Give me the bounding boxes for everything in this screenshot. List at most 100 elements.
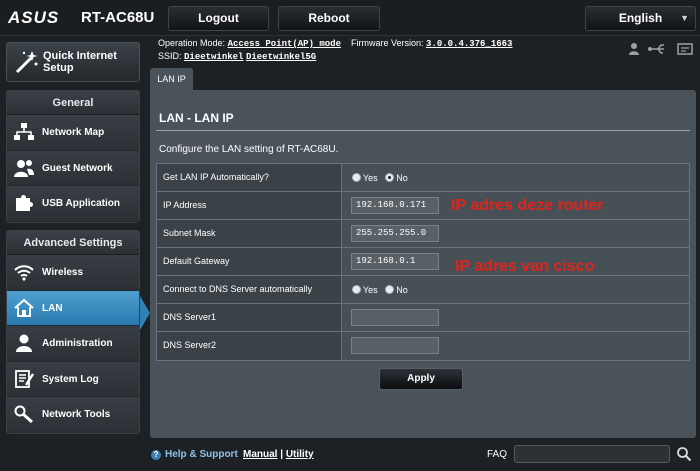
subnet-mask-cell: 255.255.255.0 — [341, 220, 689, 247]
help-support-label: Help & Support — [165, 449, 238, 460]
language-value: English — [618, 11, 663, 25]
general-section: General Network Map Guest Network USB Ap… — [6, 90, 140, 223]
radio-label: Yes — [363, 172, 378, 183]
get-ip-auto-no-radio[interactable] — [385, 173, 395, 183]
annotation-cisco-ip: IP adres van cisco — [455, 258, 595, 275]
op-mode-label: Operation Mode: — [158, 38, 226, 48]
ip-address-label: IP Address — [157, 192, 341, 219]
subnet-mask-label: Subnet Mask — [157, 220, 341, 247]
link-separator: | — [280, 449, 284, 460]
user-icon — [16, 334, 32, 352]
sidebar-item-guest-network[interactable]: Guest Network — [7, 150, 139, 186]
ssid-link-2[interactable]: Dieetwinkel5G — [246, 52, 316, 62]
sidebar-item-system-log[interactable]: System Log — [7, 361, 139, 397]
radio-label: No — [396, 284, 408, 295]
title-divider — [156, 130, 690, 131]
dns-server2-cell — [341, 332, 689, 360]
default-gateway-input[interactable]: 192.168.0.1 — [351, 253, 439, 270]
faq-label: FAQ — [487, 449, 508, 460]
table-row: Default Gateway 192.168.0.1 — [157, 248, 689, 276]
top-bar: ASUS RT-AC68U Logout Reboot English ▼ — [0, 0, 700, 36]
table-row: Subnet Mask 255.255.255.0 — [157, 220, 689, 248]
get-ip-auto-label: Get LAN IP Automatically? — [157, 164, 341, 191]
sidebar-item-label: USB Application — [42, 198, 120, 209]
home-icon — [14, 298, 34, 317]
get-ip-auto-value: Yes No — [341, 164, 689, 191]
lan-settings-table: Get LAN IP Automatically? Yes No IP Addr… — [156, 163, 690, 361]
dns-server2-input[interactable] — [351, 337, 439, 354]
sidebar-item-wireless[interactable]: Wireless — [7, 255, 139, 291]
table-row: Connect to DNS Server automatically Yes … — [157, 276, 689, 304]
get-ip-auto-yes-radio[interactable] — [352, 173, 361, 183]
clients-icon — [629, 43, 639, 55]
advanced-settings-title: Advanced Settings — [7, 231, 139, 255]
dns-auto-yes-radio[interactable] — [352, 285, 361, 295]
language-select[interactable]: English ▼ — [585, 6, 696, 31]
ssid-link-1[interactable]: Dieetwinkel — [184, 52, 243, 62]
reboot-button[interactable]: Reboot — [278, 6, 380, 31]
tools-icon — [14, 405, 33, 424]
sidebar-item-network-map[interactable]: Network Map — [7, 115, 139, 151]
usb-icon — [648, 44, 664, 54]
dns-auto-value: Yes No — [341, 276, 689, 303]
radio-label: No — [396, 172, 408, 183]
sidebar-item-label: Administration — [42, 338, 113, 349]
subnet-mask-input[interactable]: 255.255.255.0 — [351, 225, 439, 242]
table-row: DNS Server2 — [157, 332, 689, 360]
dns-server1-input[interactable] — [351, 309, 439, 326]
quick-internet-setup-label: Quick Internet Setup — [43, 50, 117, 74]
apply-button[interactable]: Apply — [379, 368, 463, 390]
status-icons — [629, 43, 693, 55]
asus-logo: ASUS — [8, 8, 60, 27]
ip-address-input[interactable]: 192.168.0.171 — [351, 197, 439, 214]
ssid-info: SSID: Dieetwinkel Dieetwinkel5G — [158, 51, 316, 62]
tab-lan-ip[interactable]: LAN IP — [150, 68, 193, 90]
dns-auto-no-radio[interactable] — [385, 285, 395, 295]
sidebar-item-label: Network Tools — [42, 409, 111, 420]
logout-button[interactable]: Logout — [168, 6, 269, 31]
sidebar-item-network-tools[interactable]: Network Tools — [7, 397, 139, 433]
table-row: IP Address 192.168.0.171 — [157, 192, 689, 220]
firmware-label: Firmware Version: — [351, 38, 424, 48]
get-ip-auto-radios: Yes No — [352, 172, 413, 183]
search-icon[interactable] — [676, 446, 692, 462]
sidebar-item-lan[interactable]: LAN — [7, 290, 139, 326]
guest-network-icon — [14, 159, 34, 177]
wifi-icon — [14, 265, 34, 281]
sidebar-item-label: Wireless — [42, 267, 84, 278]
network-map-icon — [14, 123, 34, 140]
dns-auto-label: Connect to DNS Server automatically — [157, 276, 341, 303]
faq-search-input[interactable] — [514, 445, 670, 463]
sidebar-item-label: Guest Network — [42, 162, 113, 174]
chevron-down-icon: ▼ — [680, 13, 689, 23]
utility-link[interactable]: Utility — [286, 449, 314, 460]
magic-wand-icon — [15, 51, 38, 74]
dns-server2-label: DNS Server2 — [157, 332, 341, 360]
log-icon — [15, 369, 35, 388]
firmware-link[interactable]: 3.0.0.4.376_1663 — [426, 39, 512, 49]
manual-link[interactable]: Manual — [243, 449, 277, 460]
dns-auto-radios: Yes No — [352, 284, 413, 295]
default-gateway-label: Default Gateway — [157, 248, 341, 275]
annotation-router-ip: IP adres deze router — [451, 197, 604, 214]
footer-links: Manual | Utility — [243, 449, 314, 460]
help-support-link[interactable]: ? Help & Support — [151, 449, 238, 460]
table-row: Get LAN IP Automatically? Yes No — [157, 164, 689, 192]
help-icon: ? — [151, 450, 161, 460]
active-item-pointer — [140, 296, 150, 330]
advanced-settings-section: Advanced Settings Wireless LAN Administr… — [6, 230, 140, 434]
operation-info: Operation Mode: Access Point(AP) mode Fi… — [158, 38, 512, 49]
quick-internet-setup-button[interactable]: Quick Internet Setup — [6, 42, 140, 82]
sidebar-item-label: Network Map — [42, 127, 105, 138]
router-model: RT-AC68U — [81, 9, 155, 26]
sidebar-item-label: LAN — [42, 302, 63, 314]
sidebar-item-label: System Log — [42, 373, 99, 385]
general-title: General — [7, 91, 139, 115]
sidebar-item-administration[interactable]: Administration — [7, 326, 139, 362]
puzzle-icon — [16, 195, 33, 211]
table-row: DNS Server1 — [157, 304, 689, 332]
radio-label: Yes — [363, 284, 378, 295]
dns-server1-label: DNS Server1 — [157, 304, 341, 331]
op-mode-link[interactable]: Access Point(AP) mode — [228, 39, 341, 49]
sidebar-item-usb-application[interactable]: USB Application — [7, 186, 139, 222]
